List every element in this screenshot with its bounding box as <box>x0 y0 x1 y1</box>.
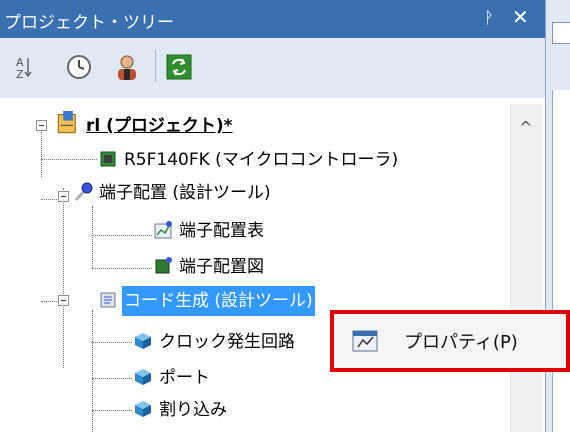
properties-icon <box>352 330 378 352</box>
tree-line <box>92 235 152 236</box>
vertical-scrollbar[interactable]: ^ <box>510 104 543 432</box>
cube-icon <box>135 401 151 417</box>
tree-node-label: R5F140FK (マイクロコントローラ) <box>124 150 399 170</box>
tree-line <box>41 129 42 177</box>
tree-node-label: コード生成 (設計ツール) <box>122 286 315 316</box>
svg-text:Z: Z <box>16 68 24 81</box>
collapse-toggle-code-gen[interactable] <box>58 295 69 306</box>
tree-node-device[interactable]: R5F140FK (マイクロコントローラ) <box>98 145 400 175</box>
tree-line <box>92 378 132 379</box>
tree-line <box>92 410 132 411</box>
tree-node-label: 端子配置 (設計ツール) <box>99 183 271 203</box>
project-icon <box>57 111 76 134</box>
close-icon[interactable]: ✕ <box>512 5 529 29</box>
codegen-icon <box>100 292 116 308</box>
cube-icon <box>135 333 151 349</box>
tree-node-pin-diagram[interactable]: 端子配置図 <box>153 252 266 282</box>
table-icon <box>154 221 172 239</box>
tree-node-label: クロック発生回路 <box>159 332 295 352</box>
menu-item-properties[interactable]: プロパティ(P) <box>404 328 518 354</box>
tree-node-pin-table[interactable]: 端子配置表 <box>153 216 266 246</box>
collapse-toggle-root[interactable] <box>36 120 47 131</box>
panel-title: プロジェクト・ツリー <box>4 13 174 33</box>
tree-line <box>63 188 64 368</box>
tree-node-label: rl (プロジェクト)* <box>86 116 233 136</box>
pin-icon[interactable]: ᚹ <box>484 8 494 27</box>
cube-icon <box>135 369 151 385</box>
tree-node-interrupt[interactable]: 割り込み <box>133 395 229 425</box>
panel-titlebar: プロジェクト・ツリー ᚹ ✕ <box>0 0 545 38</box>
context-menu: プロパティ(P) <box>330 310 570 372</box>
toolbar: A Z <box>0 38 545 99</box>
tree-node-port[interactable]: ポート <box>133 363 212 393</box>
scroll-up-icon[interactable]: ^ <box>519 118 532 137</box>
tree-line <box>41 159 97 160</box>
tree-node-project[interactable]: rl (プロジェクト)* <box>56 111 235 141</box>
chip-diagram-icon <box>155 257 172 274</box>
right-panel-content <box>552 90 570 432</box>
tree-node-code-gen[interactable]: コード生成 (設計ツール) <box>98 286 315 316</box>
refresh-icon[interactable] <box>164 52 194 82</box>
tree-node-pin-config[interactable]: 端子配置 (設計ツール) <box>73 178 273 208</box>
tree-node-label: 端子配置図 <box>179 257 264 277</box>
clock-icon[interactable] <box>64 52 94 82</box>
tree-node-label: ポート <box>159 368 210 388</box>
right-panel-tab[interactable] <box>552 22 570 44</box>
tree-line <box>92 310 93 432</box>
person-icon[interactable] <box>112 52 142 82</box>
tree-line <box>92 342 132 343</box>
collapse-toggle-pin-config[interactable] <box>58 191 69 202</box>
project-tree: rl (プロジェクト)* R5F140FK (マイクロコントローラ) 端子配置 … <box>0 98 545 432</box>
sort-icon[interactable]: A Z <box>10 52 40 82</box>
tree-node-label: 割り込み <box>159 400 227 420</box>
chip-icon <box>100 151 116 167</box>
tree-node-clock[interactable]: クロック発生回路 <box>133 327 297 357</box>
tree-line <box>92 206 93 268</box>
tree-line <box>92 268 152 269</box>
toolbar-separator <box>155 50 156 82</box>
pin-tool-icon <box>74 182 93 202</box>
tree-node-label: 端子配置表 <box>179 221 264 241</box>
